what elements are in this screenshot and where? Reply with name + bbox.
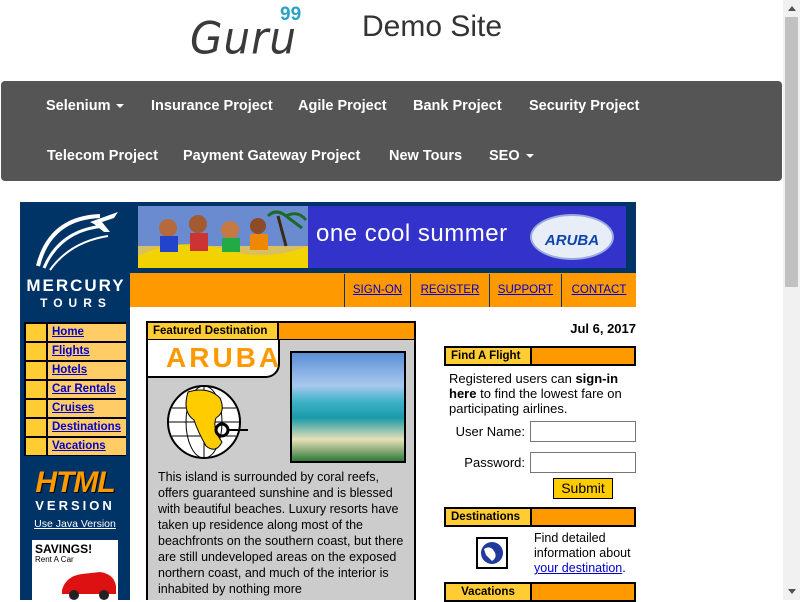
nav-insurance-project[interactable]: Insurance Project xyxy=(151,98,273,114)
logo-superscript: 99 xyxy=(280,4,302,25)
featured-destination-label: Featured Destination xyxy=(148,323,279,339)
username-label: User Name: xyxy=(455,424,525,439)
banner-slogan: one cool summer xyxy=(316,220,508,247)
destinations-label: Destinations xyxy=(446,509,532,525)
featured-destination-title: ARUBA xyxy=(166,342,283,373)
side-menu: Home Flights Hotels Car Rentals Cruises … xyxy=(24,322,126,456)
current-date: Jul 6, 2017 xyxy=(570,321,636,336)
side-link-home[interactable]: Home xyxy=(48,324,126,341)
contact-link[interactable]: CONTACT xyxy=(561,274,636,307)
ff-text-before: Registered users can xyxy=(449,371,576,386)
guru99-logo[interactable]: Guru 99 xyxy=(190,4,320,64)
aruba-title-box: ARUBA xyxy=(148,340,280,378)
nav-seo-label: SEO xyxy=(489,148,520,164)
tours-logo-text: TOURS xyxy=(40,296,112,310)
nav-selenium[interactable]: Selenium xyxy=(46,98,125,114)
find-a-flight-label: Find A Flight xyxy=(446,348,532,364)
chevron-down-icon xyxy=(116,104,125,109)
find-a-flight-header: Find A Flight xyxy=(444,346,636,366)
aruba-logo-text: ARUBA xyxy=(544,232,600,249)
beach-people-image xyxy=(138,206,308,268)
nav-agile-project[interactable]: Agile Project xyxy=(298,98,387,114)
vertical-scrollbar[interactable] xyxy=(783,0,800,600)
side-link-vacations[interactable]: Vacations xyxy=(48,438,126,455)
globe-icon xyxy=(167,385,248,459)
sign-on-link[interactable]: SIGN-ON xyxy=(344,274,410,307)
featured-destination-header: Featured Destination xyxy=(146,321,416,341)
side-link-flights[interactable]: Flights xyxy=(48,343,126,360)
side-menu-row: Destinations xyxy=(26,419,126,436)
side-link-hotels[interactable]: Hotels xyxy=(48,362,126,379)
side-link-car-rentals[interactable]: Car Rentals xyxy=(48,381,126,398)
support-link[interactable]: SUPPORT xyxy=(489,274,561,307)
aruba-beach-photo xyxy=(290,351,406,463)
side-menu-row: Cruises xyxy=(26,400,126,417)
scroll-down-arrow-icon[interactable] xyxy=(783,583,800,600)
side-link-cruises[interactable]: Cruises xyxy=(48,400,126,417)
chevron-down-icon xyxy=(525,154,534,159)
side-menu-row: Hotels xyxy=(26,362,126,379)
featured-destination-panel: ARUBA This island is surrounded by coral… xyxy=(146,340,416,600)
nav-payment-gateway-project[interactable]: Payment Gateway Project xyxy=(183,148,360,164)
ad-subtitle: Rent A Car xyxy=(35,555,74,564)
destination-globe-icon xyxy=(476,537,508,569)
destinations-suffix: . xyxy=(622,561,626,575)
html-version-logo: HTML xyxy=(35,466,115,499)
side-menu-row: Car Rentals xyxy=(26,381,126,398)
side-link-destinations[interactable]: Destinations xyxy=(48,419,126,436)
your-destination-link[interactable]: your destination xyxy=(534,561,622,575)
scroll-up-arrow-icon[interactable] xyxy=(783,0,800,17)
red-car-icon xyxy=(62,572,116,600)
nav-selenium-label: Selenium xyxy=(46,98,111,114)
mercury-logo-text: MERCURY xyxy=(26,276,126,295)
nav-new-tours[interactable]: New Tours xyxy=(389,148,462,164)
scrollbar-thumb[interactable] xyxy=(785,17,798,287)
car-rental-ad[interactable]: SAVINGS! Rent A Car xyxy=(32,540,118,600)
aruba-banner-logo: ARUBA xyxy=(530,214,614,260)
nav-security-project[interactable]: Security Project xyxy=(529,98,639,114)
side-menu-row: Vacations xyxy=(26,438,126,455)
destinations-header: Destinations xyxy=(444,507,636,527)
vacations-header: Vacations xyxy=(444,582,636,602)
side-menu-row: Home xyxy=(26,324,126,341)
nav-seo[interactable]: SEO xyxy=(489,148,534,164)
top-nav-bar: SIGN-ON REGISTER SUPPORT CONTACT xyxy=(130,273,636,307)
version-label: VERSION xyxy=(35,498,115,513)
password-label: Password: xyxy=(464,455,525,470)
find-a-flight-text: Registered users can sign-in here to fin… xyxy=(449,371,635,416)
mercury-left-column: MERCURY TOURS Home Flights Hotels Car Re… xyxy=(20,202,130,600)
main-navbar: Selenium Insurance Project Agile Project… xyxy=(1,81,782,181)
vacations-label: Vacations xyxy=(446,584,532,600)
submit-button[interactable]: Submit xyxy=(553,478,613,499)
side-menu-row: Flights xyxy=(26,343,126,360)
aruba-banner[interactable]: one cool summer ARUBA xyxy=(138,206,626,268)
mercury-plane-logo-icon xyxy=(36,212,118,271)
featured-destination-description: This island is surrounded by coral reefs… xyxy=(158,470,404,596)
nav-bank-project[interactable]: Bank Project xyxy=(413,98,502,114)
register-link[interactable]: REGISTER xyxy=(410,274,489,307)
password-field[interactable] xyxy=(530,452,636,473)
username-field[interactable] xyxy=(530,421,636,442)
ad-title: SAVINGS! xyxy=(35,542,93,556)
destinations-description: Find detailed information about xyxy=(534,531,631,560)
nav-telecom-project[interactable]: Telecom Project xyxy=(47,148,158,164)
use-java-version-link[interactable]: Use Java Version xyxy=(26,518,124,530)
site-title: Demo Site xyxy=(362,10,503,43)
destinations-text: Find detailed information about your des… xyxy=(534,531,636,576)
